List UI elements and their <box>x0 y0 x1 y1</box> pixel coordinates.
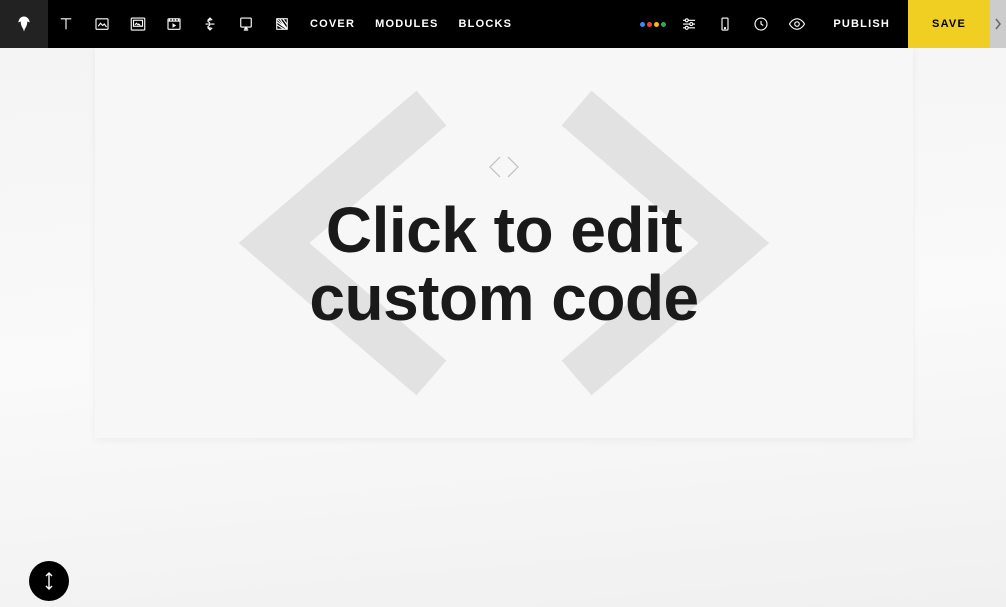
reorder-fab[interactable] <box>29 561 69 601</box>
gallery-tool[interactable] <box>120 0 156 48</box>
custom-code-headline: Click to edit custom code <box>309 197 698 331</box>
embed-tool[interactable] <box>228 0 264 48</box>
expand-panel-button[interactable] <box>990 0 1006 48</box>
headline-line-1: Click to edit <box>309 197 698 264</box>
clock-icon <box>752 15 770 33</box>
preview-eye[interactable] <box>779 0 815 48</box>
texture-tool[interactable] <box>264 0 300 48</box>
mobile-icon <box>716 15 734 33</box>
image-tool[interactable] <box>84 0 120 48</box>
code-brackets-icon <box>487 154 521 180</box>
publish-button[interactable]: PUBLISH <box>815 0 908 48</box>
eagle-logo-icon <box>14 14 34 34</box>
nav-blocks[interactable]: BLOCKS <box>449 0 523 48</box>
headline-line-2: custom code <box>309 265 698 332</box>
settings-sliders[interactable] <box>671 0 707 48</box>
mobile-preview[interactable] <box>707 0 743 48</box>
image-icon <box>93 15 111 33</box>
ai-assistant[interactable] <box>635 0 671 48</box>
code-icon-small <box>487 154 521 185</box>
divider-icon <box>201 15 219 33</box>
video-tool[interactable] <box>156 0 192 48</box>
divider-tool[interactable] <box>192 0 228 48</box>
save-button[interactable]: SAVE <box>908 0 990 48</box>
sliders-icon <box>680 15 698 33</box>
text-icon <box>57 15 75 33</box>
topbar: COVER MODULES BLOCKS PUBLISH SAVE <box>0 0 1006 48</box>
canvas-area: Click to edit custom code <box>0 48 1006 607</box>
eye-icon <box>787 15 807 33</box>
texture-icon <box>273 15 291 33</box>
custom-code-block[interactable]: Click to edit custom code <box>95 48 913 438</box>
video-frame-icon <box>165 15 183 33</box>
embed-icon <box>237 15 255 33</box>
updown-arrows-icon <box>41 572 57 590</box>
ai-dots-icon <box>640 22 666 27</box>
logo-home[interactable] <box>0 0 48 48</box>
nav-cover[interactable]: COVER <box>300 0 365 48</box>
chevron-right-icon <box>994 17 1002 31</box>
framed-image-icon <box>129 15 147 33</box>
nav-modules[interactable]: MODULES <box>365 0 448 48</box>
text-tool[interactable] <box>48 0 84 48</box>
history-clock[interactable] <box>743 0 779 48</box>
